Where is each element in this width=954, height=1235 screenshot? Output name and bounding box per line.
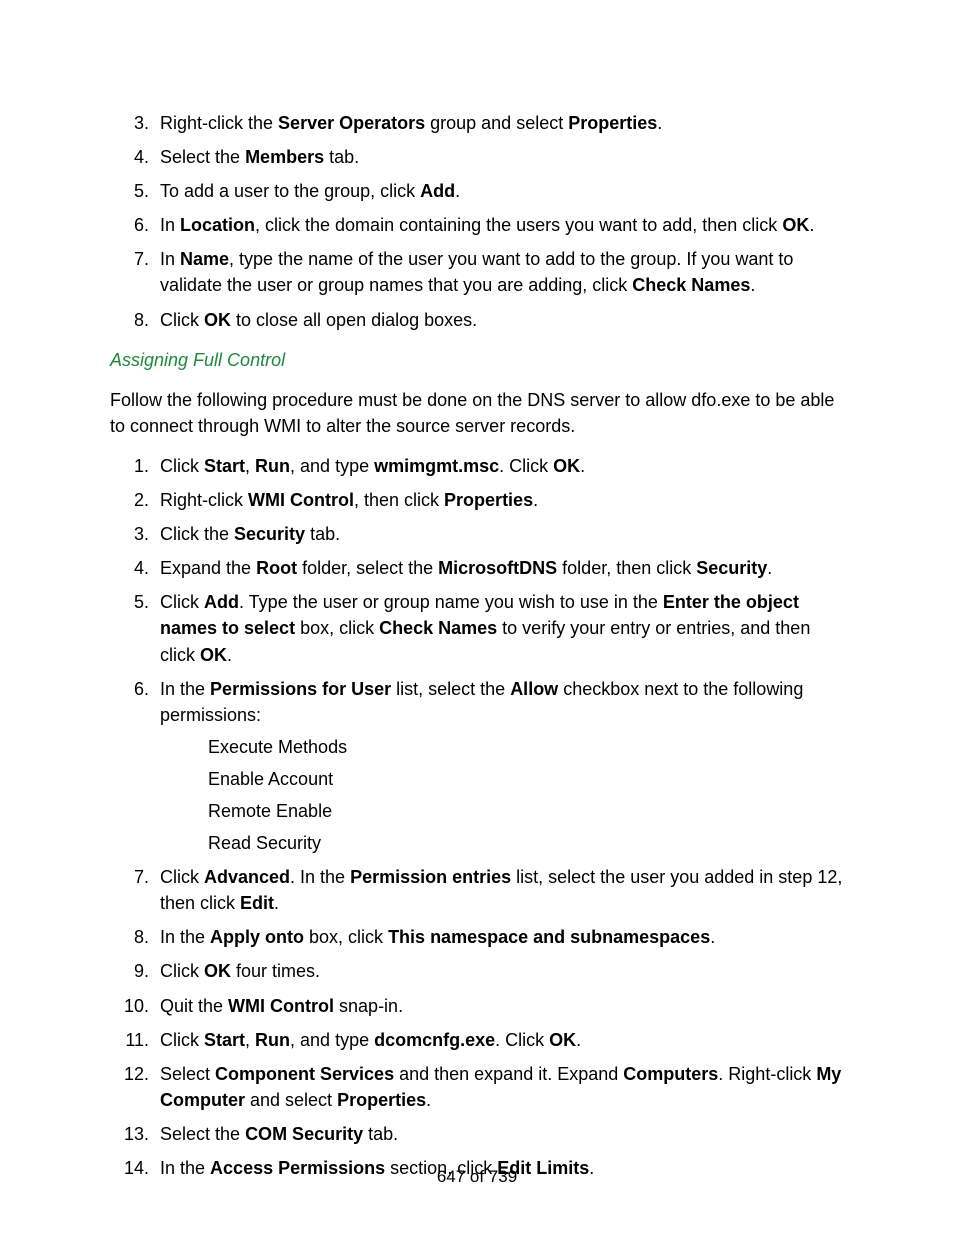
list-item: Select Component Services and then expan… [154, 1061, 844, 1113]
bold-term: Edit [240, 893, 274, 913]
permission-item: Enable Account [208, 766, 844, 792]
bold-term: dcomcnfg.exe [374, 1030, 495, 1050]
list-item: Quit the WMI Control snap-in. [154, 993, 844, 1019]
bold-term: Start [204, 456, 245, 476]
list-item: Click OK four times. [154, 958, 844, 984]
bold-term: OK [204, 961, 231, 981]
bold-term: This namespace and subnamespaces [388, 927, 710, 947]
bold-term: Computers [623, 1064, 718, 1084]
bold-term: COM Security [245, 1124, 363, 1144]
bold-term: Name [180, 249, 229, 269]
list-item: Click Add. Type the user or group name y… [154, 589, 844, 667]
list-item: In the Apply onto box, click This namesp… [154, 924, 844, 950]
bold-term: wmimgmt.msc [374, 456, 499, 476]
document-page: Right-click the Server Operators group a… [0, 0, 954, 1235]
bold-term: Location [180, 215, 255, 235]
ordered-list-1: Right-click the Server Operators group a… [110, 110, 844, 333]
bold-term: MicrosoftDNS [438, 558, 557, 578]
list-item: Expand the Root folder, select the Micro… [154, 555, 844, 581]
permission-item: Read Security [208, 830, 844, 856]
list-item: Click Start, Run, and type dcomcnfg.exe.… [154, 1027, 844, 1053]
list-item: To add a user to the group, click Add. [154, 178, 844, 204]
bold-term: Start [204, 1030, 245, 1050]
bold-term: Advanced [204, 867, 290, 887]
bold-term: Security [696, 558, 767, 578]
bold-term: Properties [568, 113, 657, 133]
ordered-list-2: Click Start, Run, and type wmimgmt.msc. … [110, 453, 844, 1181]
bold-term: Component Services [215, 1064, 394, 1084]
list-item: In Name, type the name of the user you w… [154, 246, 844, 298]
bold-term: Root [256, 558, 297, 578]
bold-term: Permission entries [350, 867, 511, 887]
bold-term: Check Names [632, 275, 750, 295]
bold-term: Members [245, 147, 324, 167]
permission-item: Remote Enable [208, 798, 844, 824]
bold-term: Check Names [379, 618, 497, 638]
list-item: In the Permissions for User list, select… [154, 676, 844, 857]
bold-term: WMI Control [248, 490, 354, 510]
bold-term: Server Operators [278, 113, 425, 133]
bold-term: Apply onto [210, 927, 304, 947]
list-item: Right-click WMI Control, then click Prop… [154, 487, 844, 513]
bold-term: OK [200, 645, 227, 665]
list-item: Select the COM Security tab. [154, 1121, 844, 1147]
list-item: In Location, click the domain containing… [154, 212, 844, 238]
bold-term: Properties [337, 1090, 426, 1110]
permission-sublist: Execute Methods Enable Account Remote Enab… [208, 734, 844, 856]
list-item: Select the Members tab. [154, 144, 844, 170]
bold-term: Properties [444, 490, 533, 510]
list-item: Right-click the Server Operators group a… [154, 110, 844, 136]
permission-item: Execute Methods [208, 734, 844, 760]
list-item: Click Start, Run, and type wmimgmt.msc. … [154, 453, 844, 479]
bold-term: OK [782, 215, 809, 235]
list-item: Click the Security tab. [154, 521, 844, 547]
bold-term: Allow [510, 679, 558, 699]
bold-term: OK [553, 456, 580, 476]
bold-term: WMI Control [228, 996, 334, 1016]
bold-term: Run [255, 1030, 290, 1050]
bold-term: Add [204, 592, 239, 612]
bold-term: Add [420, 181, 455, 201]
intro-paragraph: Follow the following procedure must be d… [110, 387, 844, 439]
bold-term: Permissions for User [210, 679, 391, 699]
list-item: Click Advanced. In the Permission entrie… [154, 864, 844, 916]
bold-term: Security [234, 524, 305, 544]
bold-term: OK [204, 310, 231, 330]
bold-term: Run [255, 456, 290, 476]
list-item: Click OK to close all open dialog boxes. [154, 307, 844, 333]
subheading-assigning-full-control: Assigning Full Control [110, 347, 844, 373]
bold-term: OK [549, 1030, 576, 1050]
page-footer: 647 of 739 [0, 1165, 954, 1190]
